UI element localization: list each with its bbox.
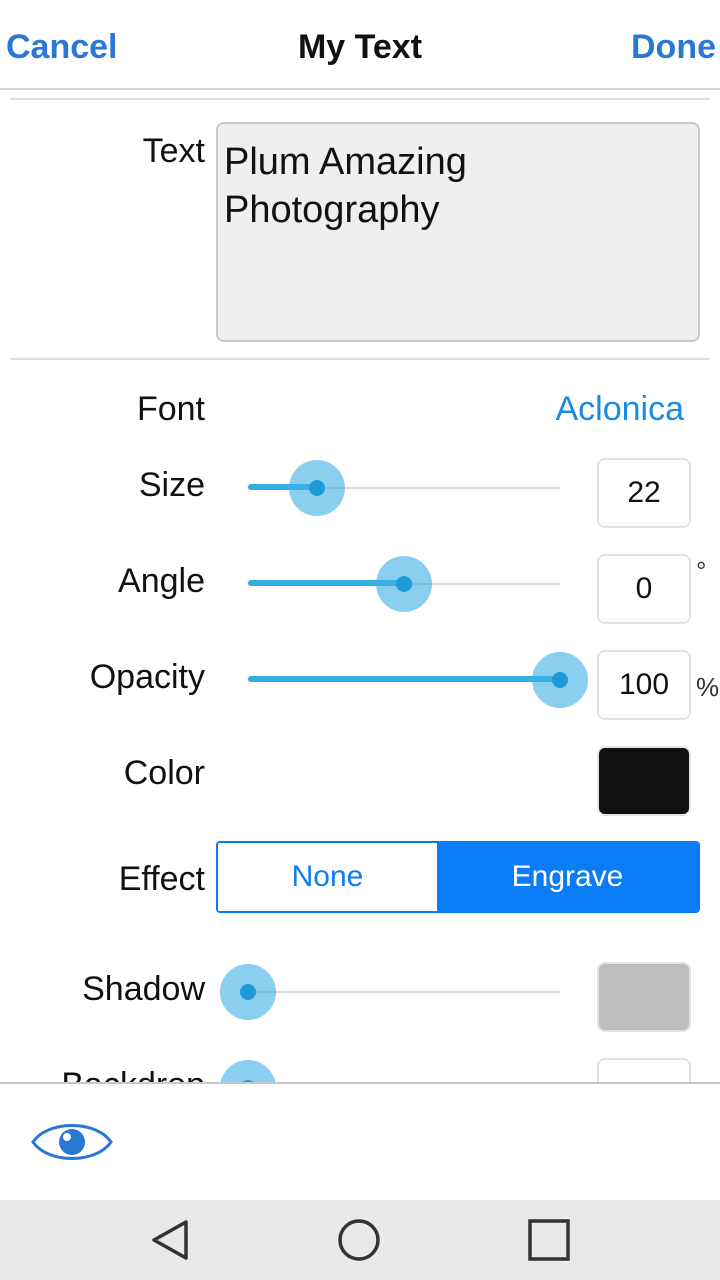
backdrop-label: Backdrop: [61, 1066, 205, 1082]
font-label: Font: [136, 390, 205, 428]
size-slider[interactable]: [248, 458, 560, 518]
slider-thumb[interactable]: [220, 1060, 276, 1082]
effect-option-engrave[interactable]: Engrave: [437, 843, 698, 911]
system-nav-bar: [0, 1200, 720, 1280]
settings-scroll-area[interactable]: Text Plum Amazing Photography Font Aclon…: [0, 92, 720, 1082]
divider: [10, 358, 710, 360]
effect-option-none[interactable]: None: [218, 843, 437, 911]
percent-unit: %: [696, 672, 720, 702]
font-picker[interactable]: Aclonica: [555, 390, 684, 429]
size-label: Size: [138, 466, 205, 504]
back-icon[interactable]: [146, 1216, 194, 1264]
shadow-color-swatch[interactable]: [597, 962, 691, 1032]
angle-label: Angle: [118, 562, 205, 600]
effect-segmented-control: None Engrave: [216, 841, 700, 913]
slider-thumb-dot: [396, 576, 412, 592]
divider: [10, 98, 710, 100]
angle-slider[interactable]: [248, 554, 560, 614]
slider-track: [248, 991, 560, 993]
recents-icon[interactable]: [525, 1216, 573, 1264]
degree-unit: °: [696, 556, 707, 586]
shadow-slider[interactable]: [220, 962, 560, 1022]
shadow-label: Shadow: [82, 970, 205, 1008]
opacity-field[interactable]: 100: [597, 650, 691, 720]
slider-fill: [248, 676, 560, 682]
bottom-toolbar: [0, 1082, 720, 1200]
size-field[interactable]: 22: [597, 458, 691, 528]
nav-header: Cancel My Text Done: [0, 0, 720, 90]
page-title: My Text: [297, 28, 423, 66]
text-input[interactable]: Plum Amazing Photography: [216, 122, 700, 342]
backdrop-color-swatch[interactable]: [597, 1058, 691, 1082]
opacity-label: Opacity: [89, 658, 205, 696]
color-swatch[interactable]: [597, 746, 691, 816]
text-label: Text: [142, 132, 205, 170]
slider-thumb-dot: [309, 480, 325, 496]
color-label: Color: [123, 754, 205, 792]
done-button[interactable]: Done: [631, 28, 716, 67]
home-icon[interactable]: [335, 1216, 383, 1264]
effect-label: Effect: [118, 860, 205, 898]
opacity-slider[interactable]: [248, 650, 588, 710]
slider-thumb-dot: [240, 984, 256, 1000]
eye-icon[interactable]: [30, 1114, 114, 1170]
backdrop-slider[interactable]: [220, 1058, 560, 1082]
angle-field[interactable]: 0: [597, 554, 691, 624]
slider-thumb-dot: [552, 672, 568, 688]
